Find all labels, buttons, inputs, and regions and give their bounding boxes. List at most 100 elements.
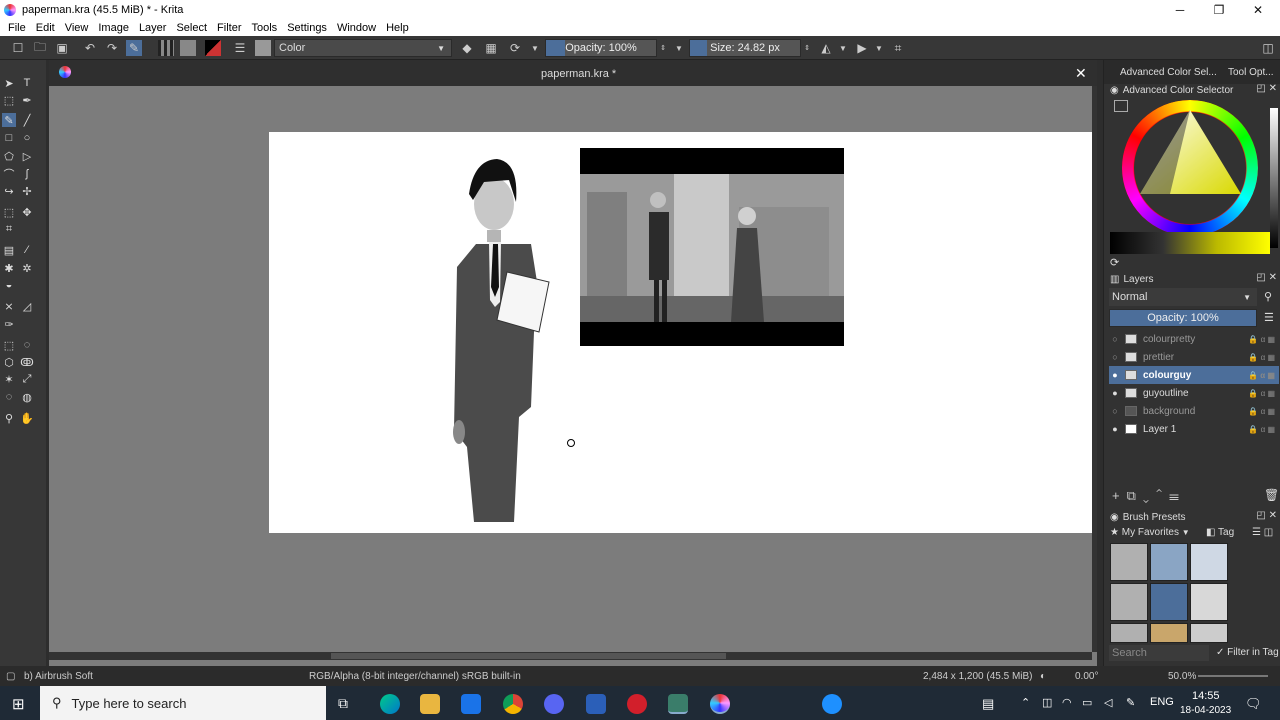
maximize-button[interactable]: ❐ [1199,0,1239,20]
bezier-select-icon[interactable]: ◌ [2,390,16,404]
close-window-button[interactable]: ✕ [1238,0,1278,20]
color-strip[interactable] [1110,232,1270,254]
layer-row[interactable]: ○ colourpretty 🔒 α ▦ [1109,330,1279,348]
brush-preset-tile[interactable] [1110,583,1148,621]
rotation-icon[interactable]: ◐ [1040,671,1046,682]
presets-filter-select[interactable]: ★ My Favorites ▼ [1110,527,1200,538]
clock-date[interactable]: 18-04-2023 [1180,705,1231,716]
gradient-tool-icon[interactable]: ▤ [2,243,16,257]
smart-patch-icon[interactable]: ✱ [2,261,16,275]
layer-lock-icon[interactable]: 🔒 α ▦ [1248,425,1275,434]
brush-preset-tile[interactable] [1150,623,1188,643]
zoom-tool-icon[interactable]: ⚲ [2,411,16,425]
layer-lock-icon[interactable]: 🔒 α ▦ [1248,389,1275,398]
brush-preset-tile[interactable] [1110,623,1148,643]
rectangle-tool-icon[interactable]: □ [2,131,16,145]
similar-select-icon[interactable]: ⤢ [20,372,34,386]
task-view-icon[interactable]: ⧉ [338,695,348,712]
canvas-page[interactable] [269,132,1092,533]
brush-preset-thumb-icon[interactable] [255,40,271,56]
presets-search-input[interactable]: Search [1109,645,1209,661]
panel-float-close-icon[interactable]: ◰ ✕ [1256,510,1277,521]
layer-row[interactable]: ○ background 🔒 α ▦ [1109,402,1279,420]
refresh-icon[interactable]: ⟳ [1110,256,1119,269]
brush-preset-tile[interactable] [1110,543,1148,581]
layer-row[interactable]: ● colourguy 🔒 α ▦ [1109,366,1279,384]
vertical-scrollbar[interactable] [1092,86,1097,652]
visibility-icon[interactable]: ● [1109,424,1121,434]
taskbar-search[interactable]: ⚲ Type here to search [40,686,326,720]
visibility-icon[interactable]: ● [1109,370,1121,380]
battery-icon[interactable]: ▭ [1082,696,1092,709]
ellipse-select-icon[interactable]: ◌ [20,338,34,352]
visibility-icon[interactable]: ○ [1109,352,1121,362]
show-hidden-icons[interactable]: ⌃ [1021,696,1030,709]
bezier-tool-icon[interactable]: ⌒ [2,167,16,181]
menu-edit[interactable]: Edit [31,22,60,34]
document-tab[interactable]: paperman.kra * ✕ [49,60,1097,86]
brush-editor-icon[interactable]: ✎ [126,40,142,56]
krita-taskbar-icon[interactable] [710,694,730,714]
polyline-tool-icon[interactable]: ▷ [20,149,34,163]
add-layer-icon[interactable]: + [1112,488,1127,503]
size-stepper-icon[interactable]: ⇕ [803,40,811,56]
menu-file[interactable]: File [0,22,31,34]
wrap-around-icon[interactable]: ⌗ [890,40,906,56]
layer-lock-icon[interactable]: 🔒 α ▦ [1248,335,1275,344]
colorize-mask-icon[interactable]: ✲ [20,261,34,275]
tab-advanced-color-selector[interactable]: Advanced Color Sel... [1120,67,1217,78]
layer-row[interactable]: ○ prettier 🔒 α ▦ [1109,348,1279,366]
menu-image[interactable]: Image [93,22,134,34]
select-shapes-icon[interactable]: ➤ [2,76,16,90]
minimize-button[interactable]: ─ [1160,0,1200,20]
tab-tool-options[interactable]: Tool Opt... [1228,67,1274,78]
calligraphy-icon[interactable]: ✒ [20,93,34,107]
horizontal-scroll-thumb[interactable] [331,653,726,659]
chevron-down-icon[interactable]: ▼ [874,40,884,56]
blend-mode-select[interactable]: Color ▼ [274,39,452,57]
edit-shapes-icon[interactable]: ⬚ [2,93,16,107]
menu-settings[interactable]: Settings [282,22,332,34]
fill-tool-icon[interactable]: ◒ [2,278,16,292]
move-layer-up-icon[interactable]: ⌃ [1156,488,1169,503]
tray-app-icon[interactable]: ▤ [982,696,994,712]
menu-layer[interactable]: Layer [134,22,172,34]
save-icon[interactable]: ▣ [54,40,70,56]
chevron-down-icon[interactable]: ▼ [838,40,848,56]
new-document-icon[interactable]: ☐ [10,40,26,56]
measure-tool-icon[interactable]: ◿ [20,299,34,313]
menu-select[interactable]: Select [171,22,212,34]
discord-icon[interactable] [544,694,564,714]
panel-float-close-icon[interactable]: ◰ ✕ [1256,272,1277,283]
crop-tool-icon[interactable]: ⌗ [2,222,16,236]
pattern-swatch-icon[interactable] [180,40,196,56]
open-file-icon[interactable]: 🗀 [32,40,48,56]
visibility-icon[interactable]: ○ [1109,406,1121,416]
undo-icon[interactable]: ↶ [82,40,98,56]
mail-icon[interactable] [461,694,481,714]
layer-blend-mode-select[interactable]: Normal ▼ [1109,288,1257,306]
reference-tool-icon[interactable]: ✑ [2,317,16,331]
opacity-stepper-icon[interactable]: ⇕ [659,40,667,56]
filter-icon[interactable]: ⚲ [1264,290,1272,303]
layer-menu-icon[interactable]: ☰ [1264,311,1274,324]
visibility-icon[interactable]: ● [1109,388,1121,398]
word-icon[interactable] [586,694,606,714]
notifications-icon[interactable]: 🗨 [1245,696,1262,712]
brush-settings-icon[interactable]: ☰ [232,40,248,56]
mirror-horizontal-icon[interactable]: ◭ [818,40,834,56]
camera-icon[interactable]: ◫ [1042,696,1052,709]
dock-toggle-icon[interactable]: ◫ [1260,40,1276,56]
opera-icon[interactable] [627,694,647,714]
freehand-brush-icon[interactable]: ✎ [2,113,16,127]
brush-preset-tile[interactable] [1150,543,1188,581]
app-icon[interactable] [668,694,688,714]
delete-layer-icon[interactable]: 🗑 [1264,488,1279,502]
rect-select-icon[interactable]: ⬚ [2,338,16,352]
text-tool-icon[interactable]: T [20,76,34,90]
brush-preset-tile[interactable] [1190,623,1228,643]
filter-in-tag-checkbox[interactable]: ✓ Filter in Tag [1216,647,1279,658]
pen-icon[interactable]: ✎ [1126,696,1135,709]
duplicate-layer-icon[interactable]: ⧉ [1127,488,1143,503]
visibility-icon[interactable]: ○ [1109,334,1121,344]
